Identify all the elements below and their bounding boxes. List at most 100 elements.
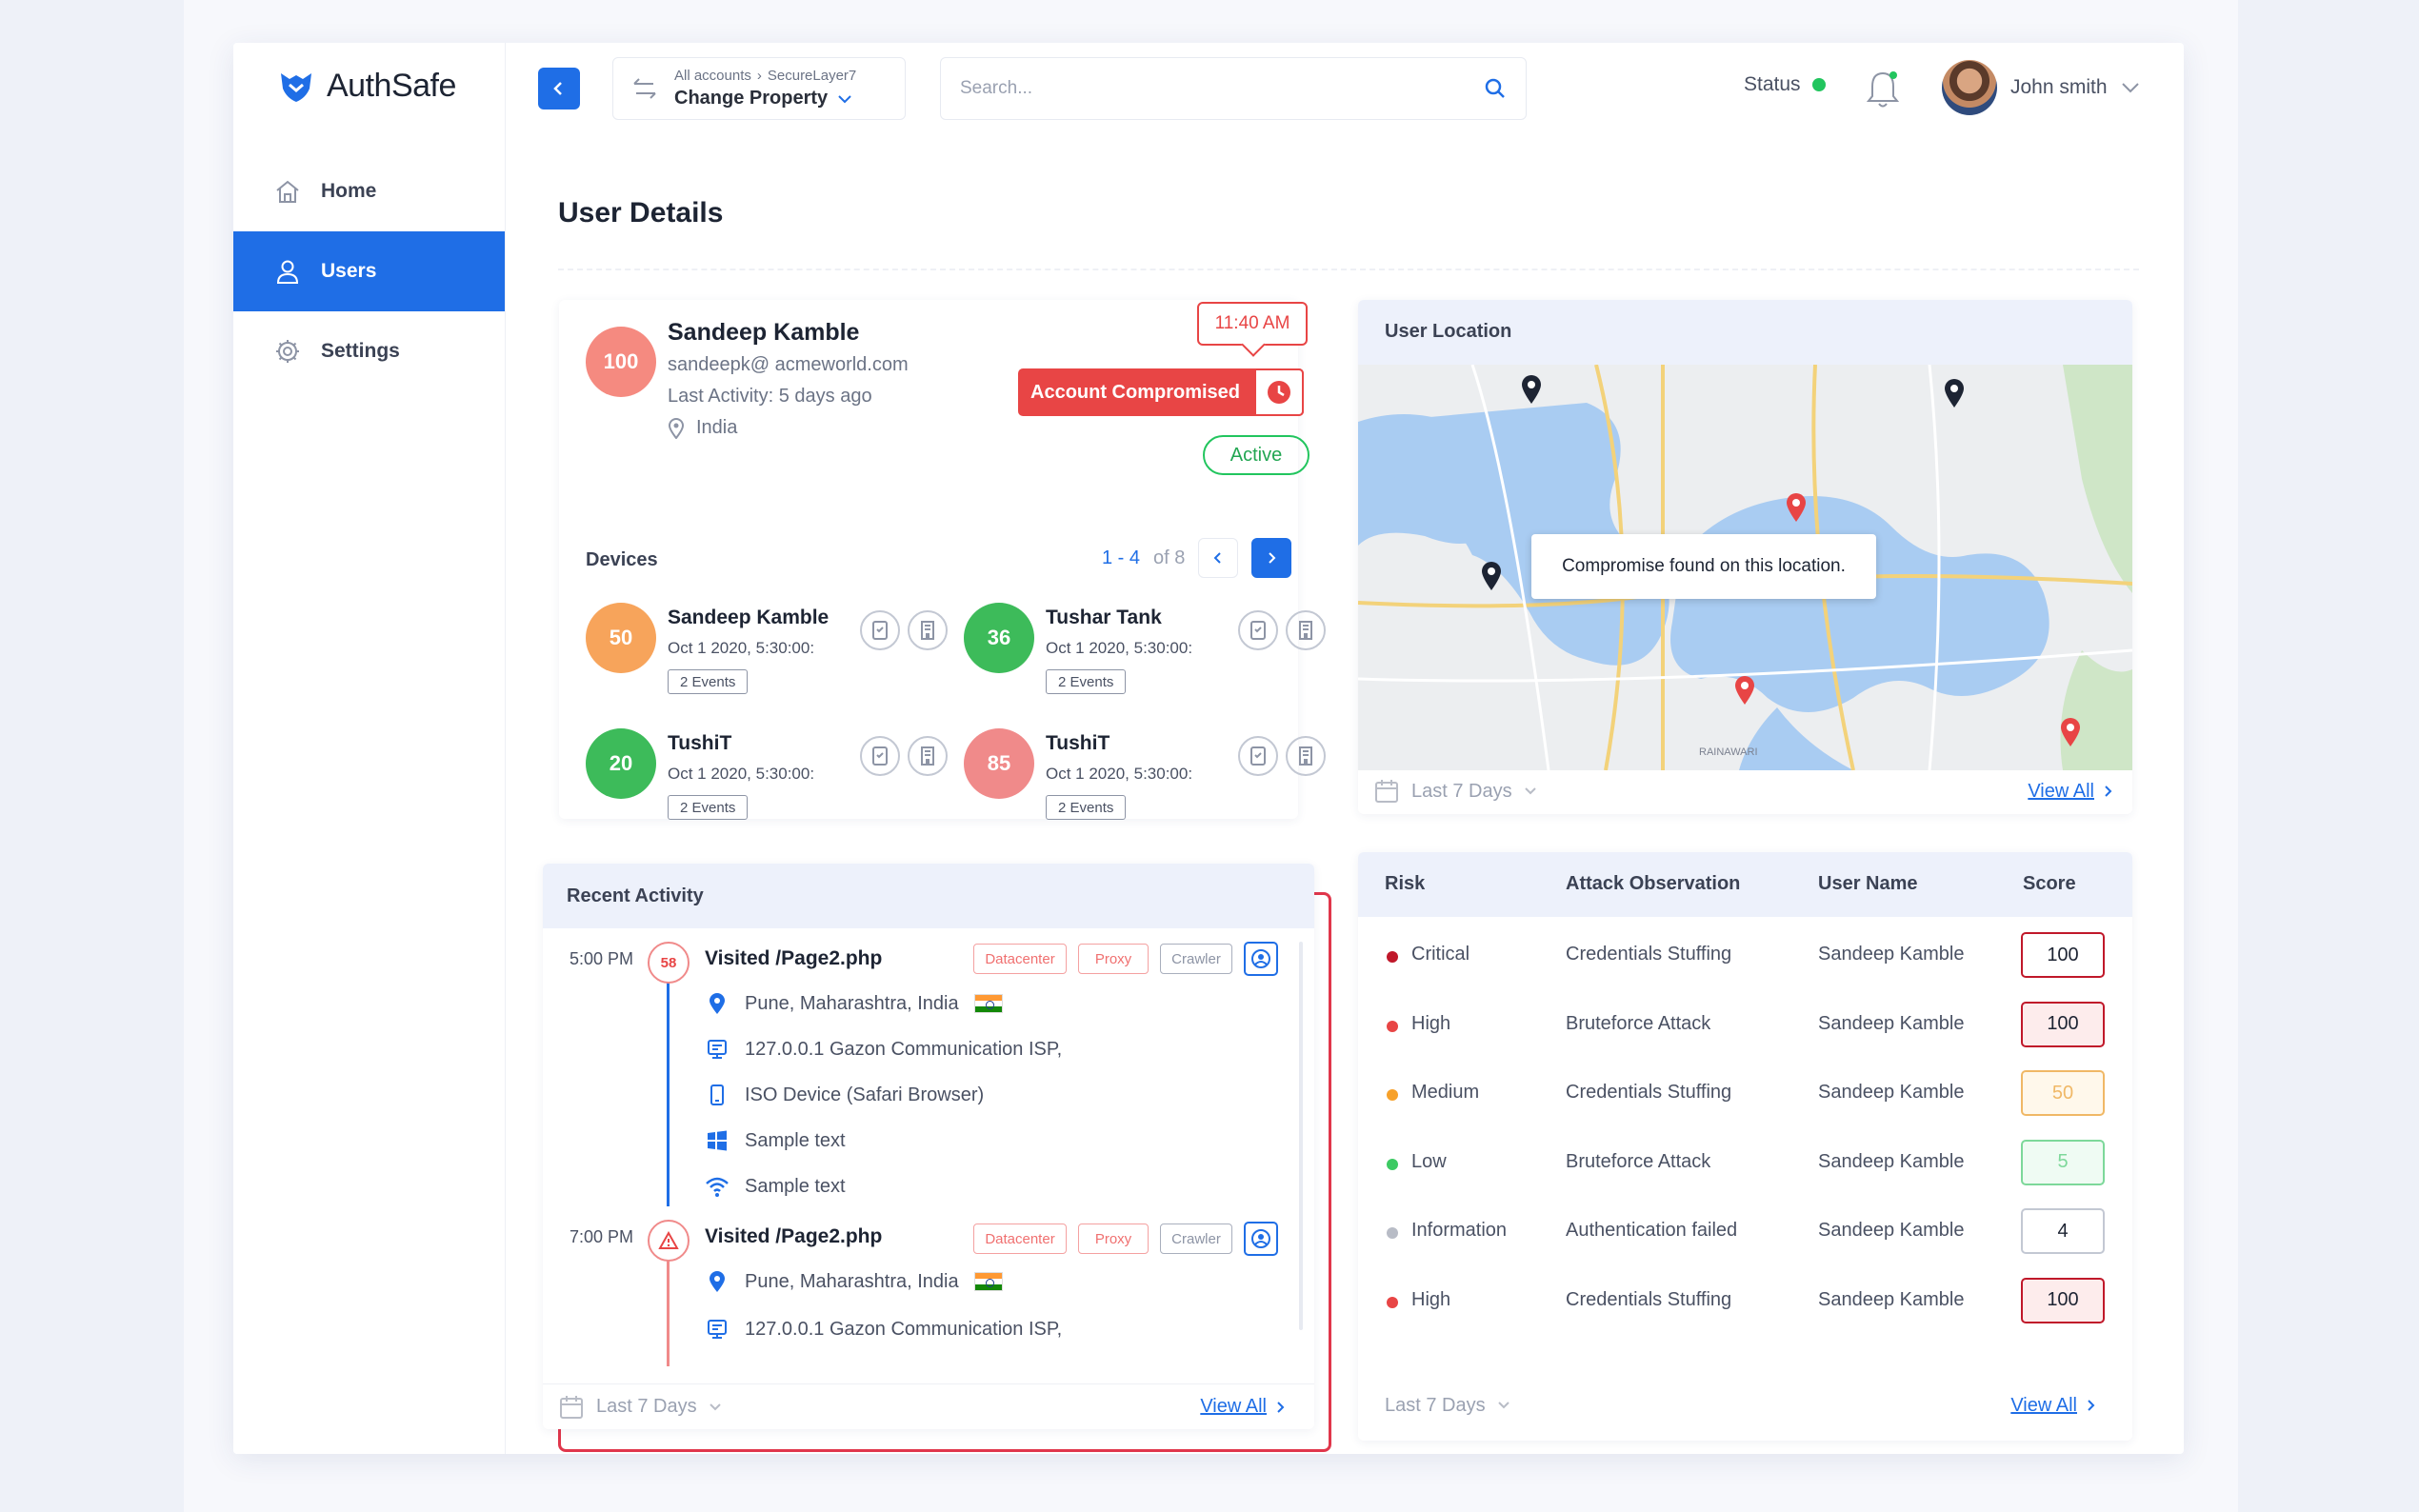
view-all-link[interactable]: View All: [2010, 1395, 2096, 1417]
view-all-label: View All: [2010, 1394, 2077, 1416]
device-events-badge[interactable]: 2 Events: [1046, 669, 1127, 694]
user-profile-card: 100 Sandeep Kamble sandeepk@ acmeworld.c…: [559, 300, 1326, 820]
compromise-pin-icon[interactable]: [1733, 675, 1756, 706]
device-item[interactable]: 85 TushiT Oct 1 2020, 5:30:00: 2 Events: [964, 728, 1326, 833]
score-badge: 50: [2021, 1070, 2105, 1116]
devices-label: Devices: [586, 549, 658, 570]
user-name: Sandeep Kamble: [668, 319, 860, 346]
device-user-name: TushiT: [668, 732, 732, 754]
activity-scrollbar[interactable]: [1299, 942, 1303, 1330]
location-map[interactable]: RAINAWARI Compromise found on this locat…: [1358, 365, 2132, 770]
map-pin-icon[interactable]: [1520, 374, 1543, 405]
prev-page-button[interactable]: [1198, 538, 1239, 578]
sidebar-item-users[interactable]: Users: [233, 231, 505, 311]
building-icon[interactable]: [1286, 610, 1326, 650]
device-item[interactable]: 50 Sandeep Kamble Oct 1 2020, 5:30:00: 2…: [586, 603, 948, 707]
attack-observation: Authentication failed: [1566, 1220, 1738, 1241]
risk-level: Critical: [1411, 944, 1470, 965]
location-pin-icon: [710, 1271, 725, 1292]
activity-location: Pune, Maharashtra, India: [745, 992, 959, 1014]
table-row[interactable]: Critical Credentials Stuffing Sandeep Kamb…: [1358, 921, 2132, 989]
risk-level-dot: [1387, 1020, 1398, 1032]
device-events-badge[interactable]: 2 Events: [668, 795, 749, 820]
tablet-icon[interactable]: [1238, 610, 1278, 650]
table-row[interactable]: Medium Credentials Stuffing Sandeep Kamble…: [1358, 1059, 2132, 1127]
column-header-score[interactable]: Score: [2023, 873, 2076, 895]
column-header-risk[interactable]: Risk: [1385, 873, 1425, 895]
compromise-pin-icon[interactable]: [2059, 717, 2082, 747]
top-bar: All accounts › SecureLayer7 Change Prope…: [506, 43, 2184, 138]
tablet-icon[interactable]: [860, 736, 900, 776]
next-page-button[interactable]: [1251, 538, 1292, 578]
india-flag-icon: [973, 1272, 1003, 1291]
property-label: Change Property: [674, 88, 829, 109]
tablet-icon[interactable]: [1238, 736, 1278, 776]
risk-level-dot: [1387, 1227, 1398, 1239]
table-row[interactable]: High Credentials Stuffing Sandeep Kamble 10…: [1358, 1266, 2132, 1335]
status-dot: [1811, 78, 1826, 91]
crawler-tag: Crawler: [1160, 944, 1232, 974]
table-row[interactable]: Low Bruteforce Attack Sandeep Kamble 5: [1358, 1128, 2132, 1197]
device-events-badge[interactable]: 2 Events: [668, 669, 749, 694]
compromise-pin-icon[interactable]: [1785, 492, 1808, 523]
table-row[interactable]: High Bruteforce Attack Sandeep Kamble 100: [1358, 990, 2132, 1059]
calendar-icon: [560, 1395, 583, 1419]
location-pin-icon: [668, 417, 685, 439]
date-filter-dropdown[interactable]: Last 7 Days: [1373, 1395, 1510, 1417]
device-item[interactable]: 20 TushiT Oct 1 2020, 5:30:00: 2 Events: [586, 728, 948, 833]
activity-isp-row: 127.0.0.1 Gazon Communication ISP,: [705, 1317, 1062, 1342]
building-icon[interactable]: [908, 610, 948, 650]
app-window: AuthSafe Home Users Settings All account…: [233, 43, 2184, 1454]
brand-logo[interactable]: AuthSafe: [277, 68, 456, 105]
sidebar-item-label: Home: [321, 180, 377, 202]
location-footer: Last 7 Days View All: [1358, 768, 2132, 814]
map-label: RAINAWARI: [1699, 746, 1758, 758]
search-icon[interactable]: [1484, 77, 1507, 100]
user-badge-icon[interactable]: [1244, 1222, 1278, 1256]
view-all-link[interactable]: View All: [2028, 781, 2113, 803]
breadcrumb-item[interactable]: All accounts: [674, 68, 751, 84]
activity-title: Visited /Page2.php: [705, 1225, 883, 1247]
activity-os: Sample text: [745, 1129, 846, 1151]
notifications-button[interactable]: [1864, 68, 1902, 114]
breadcrumb-item[interactable]: SecureLayer7: [768, 68, 856, 84]
activity-location-row: Pune, Maharashtra, India: [705, 991, 1003, 1016]
activity-score-node: 58: [648, 942, 690, 984]
activity-time: 5:00 PM: [570, 949, 634, 968]
device-item[interactable]: 36 Tushar Tank Oct 1 2020, 5:30:00: 2 Ev…: [964, 603, 1326, 707]
sidebar-item-home[interactable]: Home: [233, 151, 505, 231]
user-name: Sandeep Kamble: [1818, 1082, 1965, 1103]
device-events-badge[interactable]: 2 Events: [1046, 795, 1127, 820]
risk-level-dot: [1387, 1296, 1398, 1308]
activity-device: ISO Device (Safari Browser): [745, 1084, 985, 1105]
column-header-user[interactable]: User Name: [1818, 873, 1918, 895]
tablet-icon[interactable]: [860, 610, 900, 650]
status-badge: Active: [1203, 435, 1309, 475]
attack-observation: Bruteforce Attack: [1566, 1150, 1711, 1172]
building-icon[interactable]: [908, 736, 948, 776]
search-box: [940, 57, 1527, 120]
map-pin-icon[interactable]: [1480, 561, 1503, 591]
user-email: sandeepk@ acmeworld.com: [668, 354, 909, 375]
column-header-observation[interactable]: Attack Observation: [1566, 873, 1740, 895]
search-input[interactable]: [960, 78, 1484, 99]
activity-timeline[interactable]: 5:00 PM 58 Visited /Page2.php Datacenter…: [543, 928, 1314, 1366]
compromise-time-badge: 11:40 AM: [1197, 302, 1308, 346]
proxy-tag: Proxy: [1078, 944, 1149, 974]
user-badge-icon[interactable]: [1244, 942, 1278, 976]
map-pin-icon[interactable]: [1943, 378, 1966, 408]
date-filter-dropdown[interactable]: Last 7 Days: [1373, 778, 1537, 805]
building-icon[interactable]: [1286, 736, 1326, 776]
pager-total: of 8: [1153, 547, 1186, 568]
table-row[interactable]: Information Authentication failed Sandeep …: [1358, 1197, 2132, 1265]
user-menu[interactable]: John smith: [1942, 60, 2140, 115]
date-filter-dropdown[interactable]: Last 7 Days: [558, 1394, 722, 1421]
change-property-selector[interactable]: All accounts › SecureLayer7 Change Prope…: [612, 57, 906, 120]
risk-table-card: Risk Attack Observation User Name Score …: [1358, 852, 2132, 1441]
attack-observation: Credentials Stuffing: [1566, 1288, 1732, 1310]
view-all-link[interactable]: View All: [1200, 1396, 1286, 1418]
account-compromised-badge[interactable]: Account Compromised: [1018, 368, 1304, 416]
user-country: India: [668, 417, 909, 439]
collapse-sidebar-button[interactable]: [538, 68, 580, 109]
sidebar-item-settings[interactable]: Settings: [233, 311, 505, 391]
